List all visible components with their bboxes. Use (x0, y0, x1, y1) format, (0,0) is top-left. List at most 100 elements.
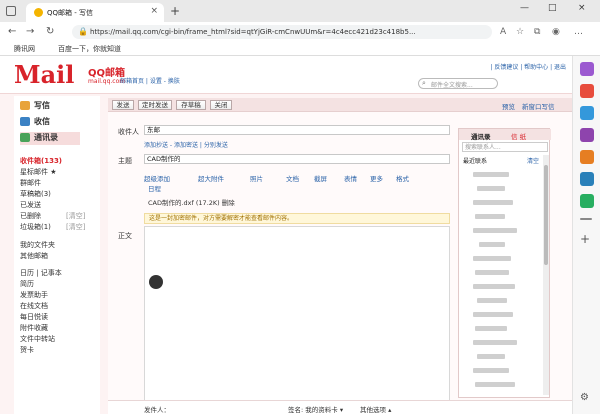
forward-icon[interactable]: → (26, 26, 34, 37)
minimize-button[interactable]: — (520, 3, 529, 13)
contact-row[interactable] (463, 381, 543, 388)
schedule-button[interactable]: 日程 (148, 183, 161, 193)
tab-stationery[interactable]: 信 纸 (511, 131, 526, 141)
tree-sidebar-icon[interactable] (580, 194, 594, 208)
tab-contacts[interactable]: 通讯录 (471, 131, 491, 141)
document-button[interactable]: 文档 (286, 173, 299, 183)
body-editor[interactable] (144, 226, 450, 401)
contacts-scrollbar[interactable] (543, 155, 549, 395)
super-add-button[interactable]: 超级添加 (144, 173, 170, 183)
app-invoice[interactable]: 发票助手 (20, 290, 48, 300)
mail-search-input[interactable]: ⌕ 邮件全文搜索... (418, 78, 498, 89)
top-links[interactable]: | 反馈建议 | 帮助中心 | 退出 (490, 62, 566, 71)
contact-row[interactable] (463, 283, 543, 290)
office-sidebar-icon[interactable] (580, 150, 594, 164)
bookmark-baidu[interactable]: 百度一下，你就知道 (58, 44, 121, 54)
to-field[interactable]: 东邮 (144, 125, 450, 135)
outlook-sidebar-icon[interactable] (580, 172, 594, 186)
close-compose-button[interactable]: 关闭 (210, 100, 232, 110)
clear-recent-link[interactable]: 清空 (527, 156, 539, 165)
collections-icon[interactable]: ⧉ (534, 27, 540, 37)
app-attachments[interactable]: 附件收藏 (20, 323, 48, 333)
url-field[interactable]: 🔒 https://mail.qq.com/cgi-bin/frame_html… (72, 25, 492, 39)
screenshot-button[interactable]: 截屏 (314, 173, 327, 183)
subject-field[interactable]: CAD制作的 (144, 154, 450, 164)
attachment-item[interactable]: CAD制作的.dxf (17.2K) 删除 (148, 197, 235, 207)
read-aloud-icon[interactable]: A (500, 27, 506, 37)
other-options[interactable]: 其他选项 ▴ (360, 404, 391, 414)
contact-row[interactable] (463, 297, 543, 304)
mail-logo[interactable]: Mail (14, 60, 74, 89)
contact-row[interactable] (463, 367, 543, 374)
contact-row[interactable] (463, 213, 543, 220)
contact-row[interactable] (463, 185, 543, 192)
folder-sent[interactable]: 已发送 (20, 200, 41, 210)
contact-row[interactable] (463, 269, 543, 276)
folder-spam[interactable]: 垃圾箱(1) (20, 222, 51, 232)
folder-starred[interactable]: 星标邮件 ★ (20, 167, 57, 177)
app-reading[interactable]: 每日悦读 (20, 312, 48, 322)
contact-row[interactable] (463, 311, 543, 318)
contact-row[interactable] (463, 339, 543, 346)
save-draft-button[interactable]: 存草稿 (176, 100, 206, 110)
scrollbar-thumb[interactable] (544, 165, 548, 265)
contacts-button[interactable]: 通讯录 (20, 132, 80, 145)
close-window-button[interactable]: × (578, 3, 586, 13)
contact-row[interactable] (463, 255, 543, 262)
address-bar-row: ← → ↻ 🔒 https://mail.qq.com/cgi-bin/fram… (0, 22, 600, 42)
shopping-sidebar-icon[interactable] (580, 106, 594, 120)
app-resume[interactable]: 简历 (20, 279, 34, 289)
add-sidebar-icon[interactable]: + (580, 232, 594, 246)
emoji-button[interactable]: 表情 (344, 173, 357, 183)
folder-group[interactable]: 群邮件 (20, 178, 41, 188)
sidebar-settings-icon[interactable]: ⚙ (580, 392, 594, 406)
new-tab-button[interactable]: + (170, 4, 180, 18)
app-docs[interactable]: 在线文档 (20, 301, 48, 311)
app-calendar[interactable]: 日历 | 记事本 (20, 268, 62, 278)
search-sidebar-icon[interactable] (580, 62, 594, 76)
new-window-link[interactable]: 新窗口写信 (522, 101, 555, 111)
lock-icon: 🔒 (78, 27, 88, 36)
inbox-button[interactable]: 收信 (20, 116, 80, 129)
app-transfer[interactable]: 文件中转站 (20, 334, 55, 344)
contact-row[interactable] (463, 227, 543, 234)
format-button[interactable]: 格式 (396, 173, 409, 183)
clear-spam-link[interactable]: [清空] (66, 222, 85, 232)
schedule-send-button[interactable]: 定时发送 (138, 100, 172, 110)
contact-row[interactable] (463, 171, 543, 178)
reload-icon[interactable]: ↻ (46, 26, 54, 37)
folder-inbox[interactable]: 收件箱(133) (20, 156, 62, 166)
browser-tab[interactable]: QQ邮箱 - 写信 × (26, 3, 164, 22)
user-links[interactable]: 邮箱首页 | 设置 - 换肤 (120, 76, 180, 85)
send-button[interactable]: 发送 (112, 100, 134, 110)
contact-row[interactable] (463, 325, 543, 332)
contact-row[interactable] (463, 353, 543, 360)
tab-close-icon[interactable]: × (150, 6, 158, 16)
folder-other[interactable]: 其他邮箱 (20, 251, 48, 261)
add-cc-links[interactable]: 添加抄送 - 添加密送 | 分别发送 (144, 140, 228, 149)
window-menu-icon[interactable] (6, 6, 16, 16)
app-cards[interactable]: 贺卡 (20, 345, 34, 355)
contact-row[interactable] (463, 199, 543, 206)
folder-mine[interactable]: 我的文件夹 (20, 240, 55, 250)
tools-sidebar-icon[interactable] (580, 84, 594, 98)
signature-select[interactable]: 签名: 我的资料卡 ▾ (288, 404, 343, 414)
large-attachment-button[interactable]: 超大附件 (198, 173, 224, 183)
contact-row[interactable] (463, 241, 543, 248)
favorite-icon[interactable]: ☆ (516, 27, 524, 37)
contact-search-input[interactable]: 搜索联系人... (462, 142, 548, 152)
clear-deleted-link[interactable]: [清空] (66, 211, 85, 221)
folder-drafts[interactable]: 草稿箱(3) (20, 189, 51, 199)
write-button[interactable]: 写信 (20, 100, 80, 113)
more-menu-icon[interactable]: … (574, 27, 583, 37)
back-icon[interactable]: ← (8, 26, 16, 37)
more-button[interactable]: 更多 (370, 173, 383, 183)
preview-link[interactable]: 预览 (502, 101, 515, 111)
maximize-button[interactable]: □ (548, 3, 557, 13)
photo-button[interactable]: 照片 (250, 173, 263, 183)
folder-deleted[interactable]: 已删除 (20, 211, 41, 221)
profile-icon[interactable]: ◉ (552, 27, 560, 37)
bookmark-tencent[interactable]: 腾讯网 (14, 44, 35, 54)
games-sidebar-icon[interactable] (580, 128, 594, 142)
search-placeholder: 邮件全文搜索... (431, 82, 473, 89)
